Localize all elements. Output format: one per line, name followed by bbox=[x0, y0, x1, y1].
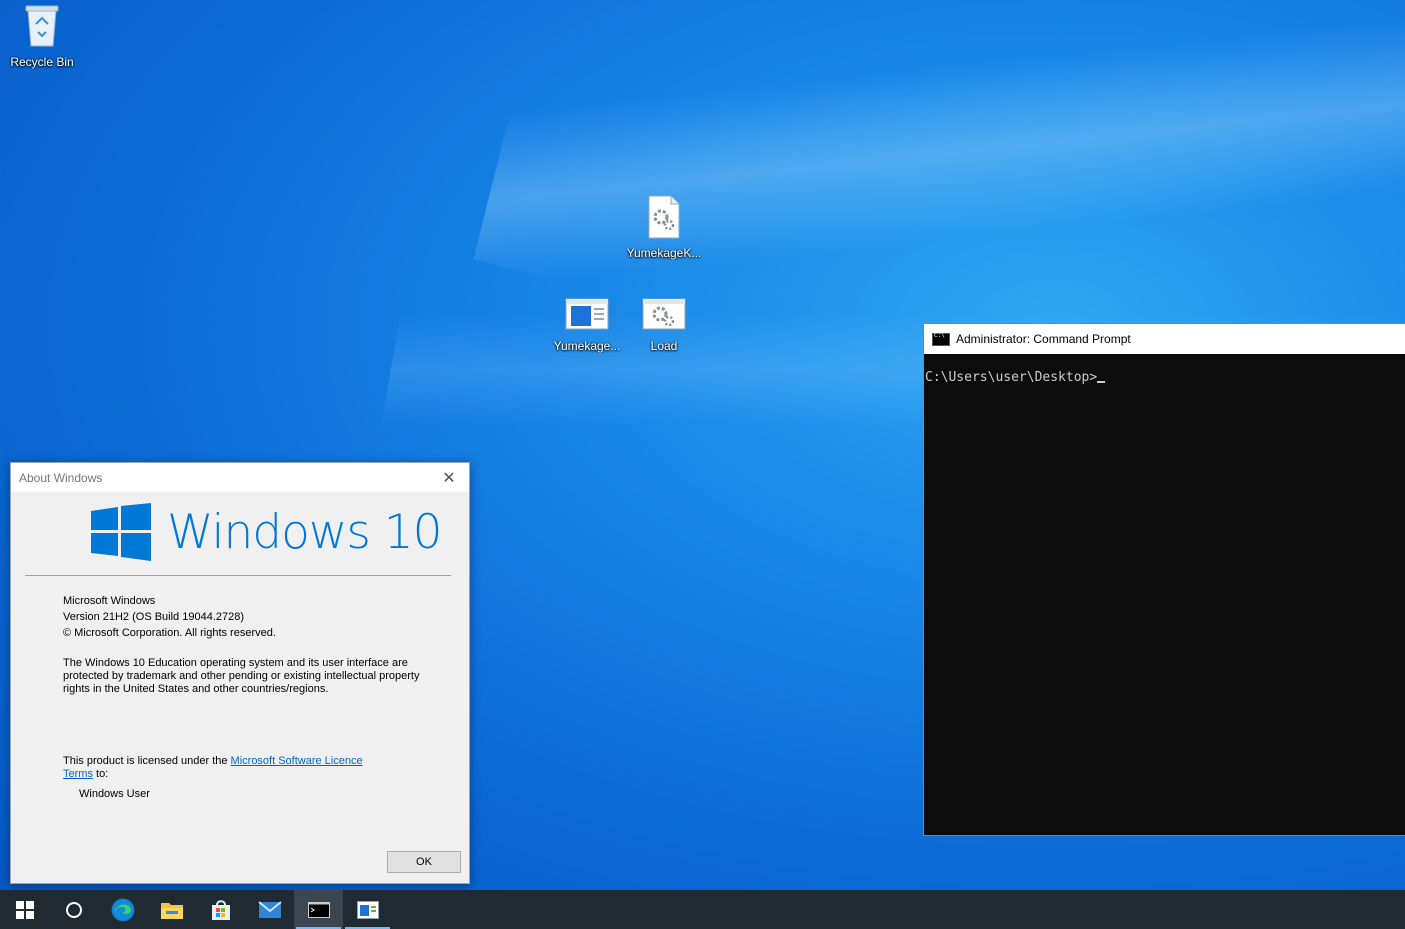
licensed-user: Windows User bbox=[79, 788, 150, 800]
cmd-console[interactable]: C:\Users\user\Desktop> bbox=[924, 354, 1405, 385]
application-window-icon bbox=[356, 900, 379, 919]
terminal-icon bbox=[307, 901, 330, 918]
cortana-circle-icon bbox=[65, 901, 82, 918]
desktop-icon-label: Load bbox=[650, 339, 678, 353]
search-button[interactable] bbox=[49, 890, 98, 929]
taskbar-store[interactable] bbox=[196, 890, 245, 929]
cmd-title: Administrator: Command Prompt bbox=[956, 332, 1131, 346]
divider bbox=[25, 575, 451, 576]
settings-window-icon bbox=[622, 296, 706, 335]
cmd-cursor bbox=[1097, 381, 1106, 383]
license-prefix: This product is licensed under the bbox=[63, 755, 231, 767]
taskbar bbox=[0, 890, 1405, 929]
windows-start-icon bbox=[15, 900, 34, 919]
dialog-title-bar[interactable]: About Windows ✕ bbox=[11, 463, 469, 492]
desktop-icon-load[interactable]: Load bbox=[622, 296, 706, 353]
command-prompt-window[interactable]: Administrator: Command Prompt C:\Users\u… bbox=[923, 323, 1405, 836]
ok-button[interactable]: OK bbox=[387, 851, 461, 873]
desktop-icon-yumekage[interactable]: Yumekage... bbox=[545, 296, 629, 353]
settings-file-icon bbox=[622, 195, 706, 242]
copyright-text: © Microsoft Corporation. All rights rese… bbox=[63, 627, 276, 639]
dialog-title: About Windows bbox=[19, 470, 103, 485]
taskbar-command-prompt[interactable] bbox=[294, 890, 343, 929]
application-window-icon bbox=[545, 296, 629, 335]
product-name: Microsoft Windows bbox=[63, 595, 156, 607]
folder-icon bbox=[160, 902, 183, 919]
desktop-icon-label: YumekageK... bbox=[626, 246, 702, 260]
taskbar-file-explorer[interactable] bbox=[147, 890, 196, 929]
about-windows-dialog: About Windows ✕ Windows 10 Microsoft Win… bbox=[10, 462, 470, 884]
cmd-title-bar[interactable]: Administrator: Command Prompt bbox=[924, 324, 1405, 354]
windows-brand-text: Windows 10 bbox=[167, 504, 443, 560]
desktop-icon-label: Yumekage... bbox=[553, 339, 621, 353]
cmd-prompt: C:\Users\user\Desktop> bbox=[925, 370, 1098, 385]
edge-icon bbox=[111, 898, 134, 921]
desktop-icon-label: Recycle Bin bbox=[10, 55, 74, 69]
start-button[interactable] bbox=[0, 890, 49, 929]
mail-icon bbox=[257, 900, 282, 918]
version-info: Microsoft Windows Version 21H2 (OS Build… bbox=[63, 593, 433, 641]
license-suffix: to: bbox=[92, 768, 109, 780]
taskbar-app-window[interactable] bbox=[343, 890, 392, 929]
desktop-icon-yumekagek[interactable]: YumekageK... bbox=[622, 195, 706, 260]
taskbar-edge[interactable] bbox=[98, 890, 147, 929]
close-icon[interactable]: ✕ bbox=[437, 466, 461, 490]
taskbar-mail[interactable] bbox=[245, 890, 294, 929]
version-text: Version 21H2 (OS Build 19044.2728) bbox=[63, 611, 245, 623]
desktop-icon-recycle-bin[interactable]: Recycle Bin bbox=[0, 2, 84, 69]
recycle-bin-icon bbox=[0, 2, 84, 51]
trademark-description: The Windows 10 Education operating syste… bbox=[63, 657, 420, 695]
windows-logo: Windows 10 bbox=[91, 503, 443, 561]
license-text: This product is licensed under the Micro… bbox=[63, 755, 383, 781]
windows-flag-icon bbox=[91, 503, 151, 561]
store-bag-icon bbox=[211, 899, 230, 920]
cmd-icon bbox=[932, 332, 950, 346]
